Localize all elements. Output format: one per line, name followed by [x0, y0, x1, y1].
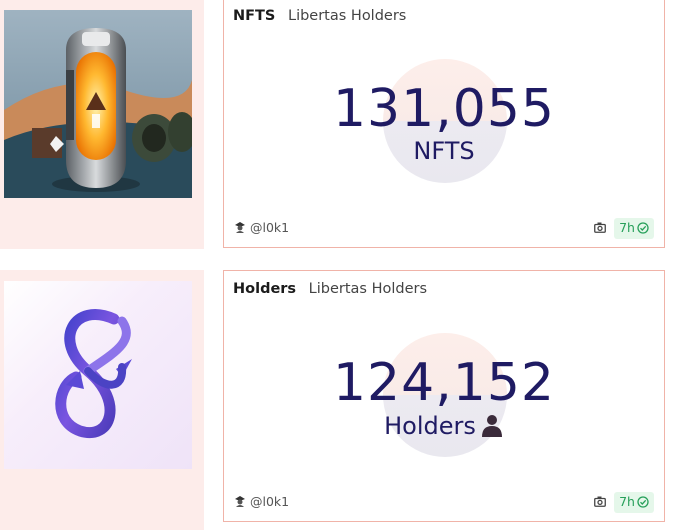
card-meta: 7h [594, 218, 654, 239]
age-badge: 7h [614, 218, 654, 239]
stat-display: 131,055 NFTS [224, 59, 664, 183]
author[interactable]: @l0k1 [234, 494, 289, 510]
stat-card-nfts[interactable]: NFTS Libertas Holders 131,055 NFTS @l0k1… [223, 0, 665, 248]
thumbnail-panel [0, 270, 204, 530]
user-hat-icon [234, 495, 246, 510]
stat-value: 124,152 [332, 353, 556, 413]
stat-row-holders: Holders Libertas Holders 124,152 Holders… [0, 270, 680, 530]
stat-card-holders[interactable]: Holders Libertas Holders 124,152 Holders… [223, 270, 665, 522]
stat-value: 131,055 [332, 79, 556, 139]
capsule-lamp-image[interactable] [4, 10, 192, 198]
card-footer: @l0k1 7h [234, 218, 654, 239]
card-footer: @l0k1 7h [234, 492, 654, 513]
stat-row-nfts: NFTS Libertas Holders 131,055 NFTS @l0k1… [0, 0, 680, 250]
card-header: Holders Libertas Holders [233, 281, 427, 297]
stat-display: 124,152 Holders [224, 333, 664, 457]
thumbnail-panel [0, 0, 204, 249]
card-header: NFTS Libertas Holders [233, 8, 406, 24]
infinity-loop-image[interactable] [4, 281, 192, 469]
stat-unit: NFTS [413, 137, 475, 165]
card-subtitle[interactable]: Libertas Holders [309, 281, 427, 297]
author-username[interactable]: @l0k1 [250, 494, 289, 509]
user-hat-icon [234, 221, 246, 236]
check-circle-icon [637, 222, 649, 237]
camera-icon[interactable] [594, 495, 607, 510]
camera-icon[interactable] [594, 221, 607, 236]
card-meta: 7h [594, 492, 654, 513]
age-text: 7h [619, 494, 635, 509]
card-subtitle[interactable]: Libertas Holders [288, 8, 406, 24]
age-text: 7h [619, 220, 635, 235]
card-title: Holders [233, 281, 297, 297]
card-title: NFTS [233, 8, 276, 24]
stat-unit: Holders [384, 412, 476, 440]
author-username[interactable]: @l0k1 [250, 220, 289, 235]
stat-unit-row: Holders [224, 413, 664, 441]
check-circle-icon [637, 496, 649, 511]
age-badge: 7h [614, 492, 654, 513]
person-silhouette-icon [480, 413, 504, 441]
author[interactable]: @l0k1 [234, 220, 289, 236]
